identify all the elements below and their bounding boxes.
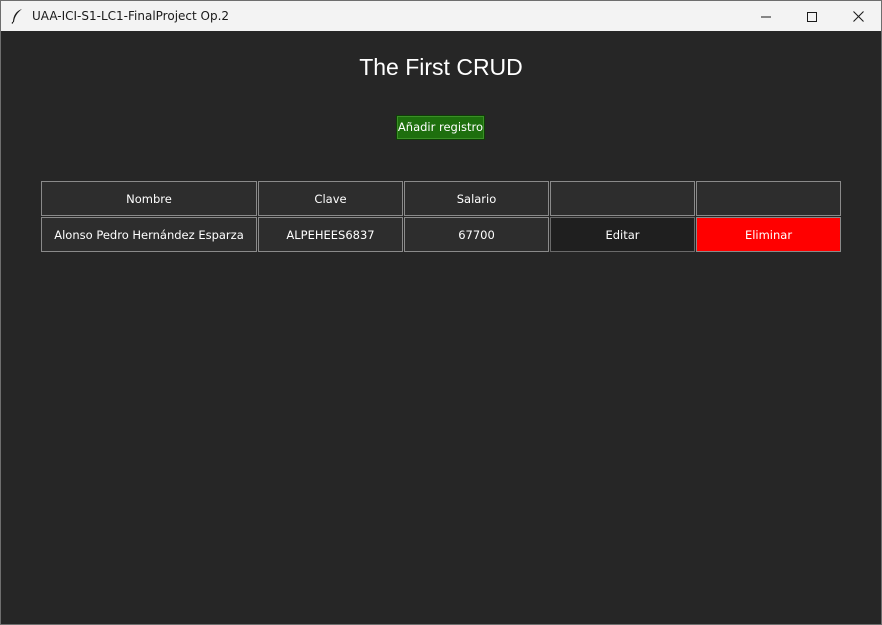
minimize-icon [761,7,771,26]
window-title: UAA-ICI-S1-LC1-FinalProject Op.2 [32,9,230,23]
header-delete-column [696,181,841,216]
feather-icon [10,8,24,24]
header-edit-column [550,181,695,216]
delete-button[interactable]: Eliminar [696,217,841,252]
cell-nombre: Alonso Pedro Hernández Esparza [41,217,257,252]
header-nombre: Nombre [41,181,257,216]
title-bar[interactable]: UAA-ICI-S1-LC1-FinalProject Op.2 [1,1,881,31]
cell-salario: 67700 [404,217,549,252]
app-window: UAA-ICI-S1-LC1-FinalProject Op.2 The Fir… [0,0,882,625]
page-title: The First CRUD [359,54,523,80]
add-record-button[interactable]: Añadir registro [396,115,485,140]
minimize-button[interactable] [743,1,789,31]
maximize-button[interactable] [789,1,835,31]
header-clave: Clave [258,181,403,216]
edit-button[interactable]: Editar [550,217,695,252]
main-content: The First CRUD Añadir registro Nombre Cl… [1,31,881,624]
cell-clave: ALPEHEES6837 [258,217,403,252]
header-salario: Salario [404,181,549,216]
maximize-icon [807,7,817,26]
close-button[interactable] [835,1,881,31]
close-icon [852,7,864,26]
